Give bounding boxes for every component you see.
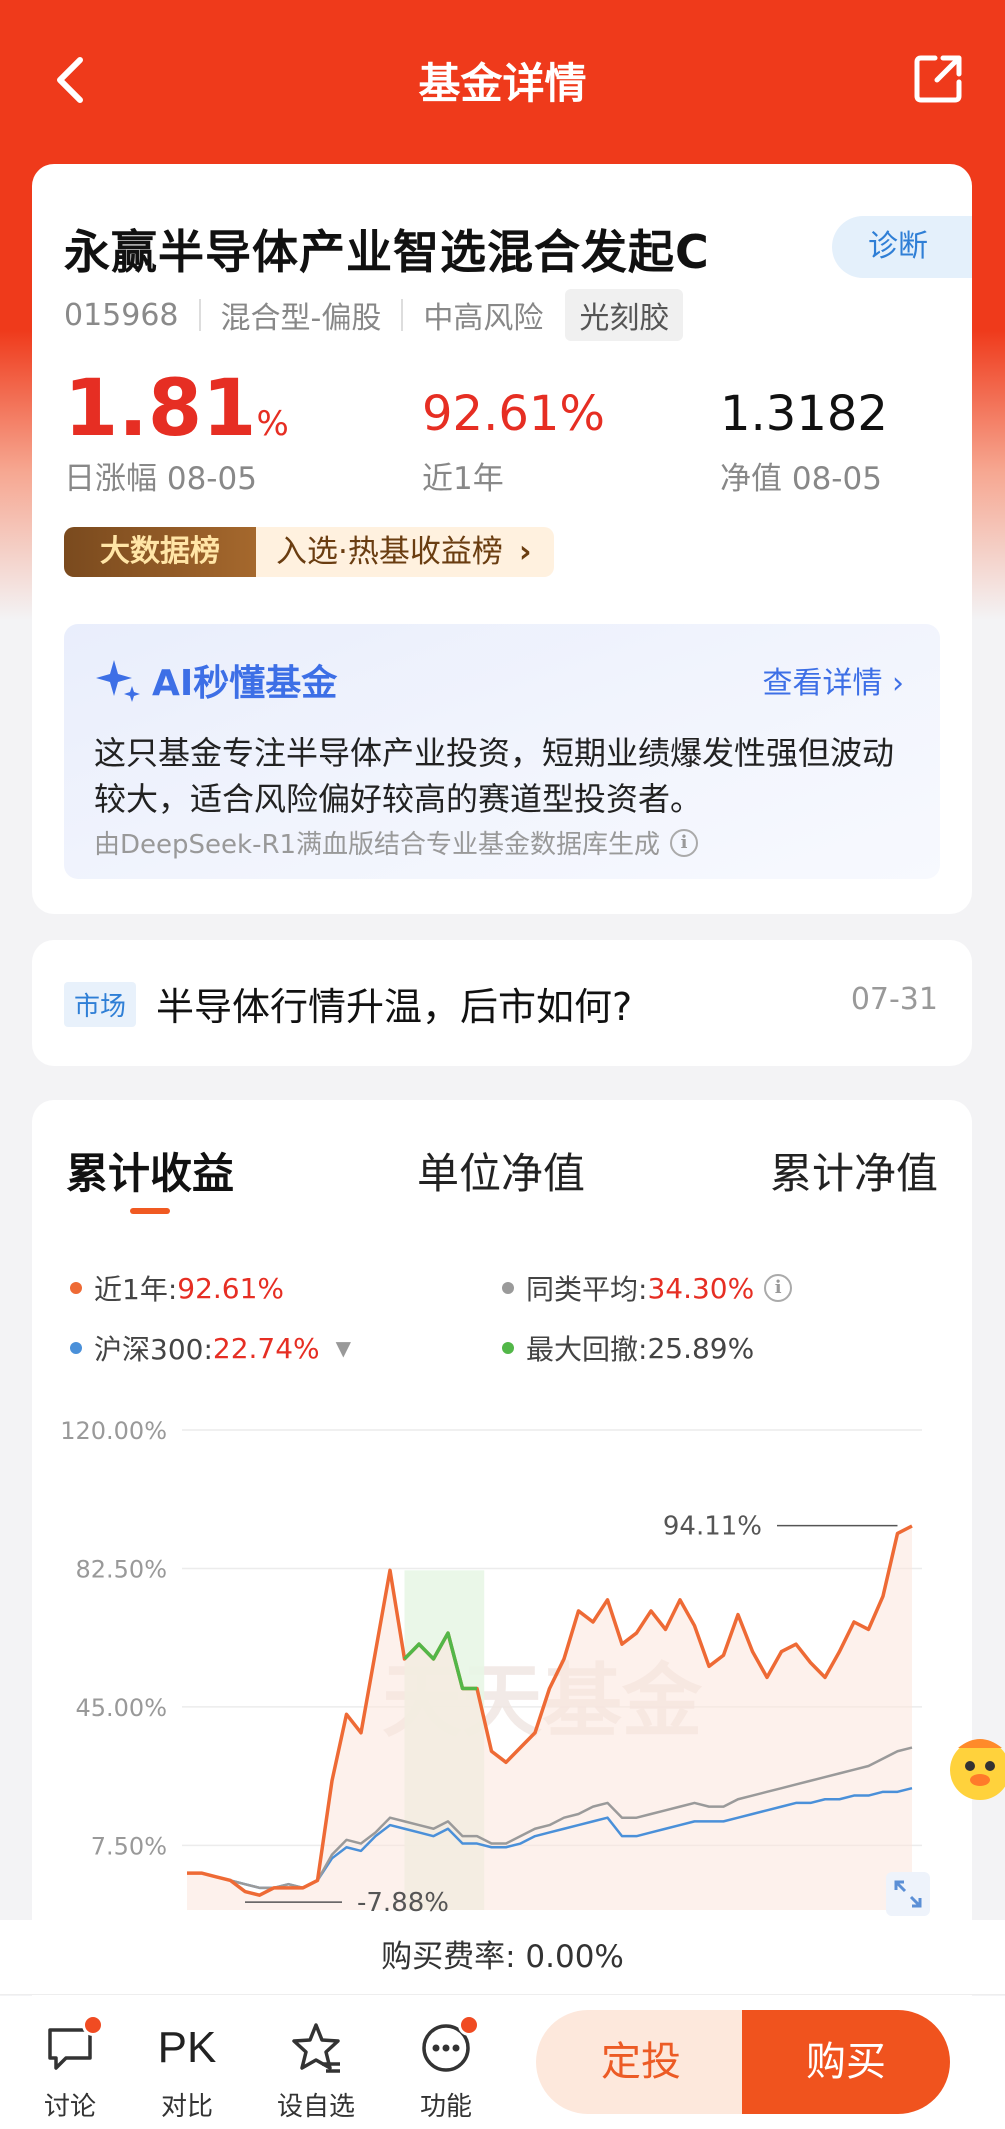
mascot-icon[interactable]	[940, 1722, 1005, 1812]
big-data-rank-badge: 大数据榜	[64, 527, 256, 577]
buy-button[interactable]: 购买	[742, 2010, 950, 2114]
sparkle-icon	[96, 660, 140, 702]
navigation-bar: 基金详情	[0, 0, 1005, 155]
page-title: 基金详情	[418, 59, 587, 108]
ai-view-details-link[interactable]: 查看详情 ›	[762, 658, 904, 702]
star-icon	[292, 2023, 340, 2073]
daily-change-stat: 1.81% 日涨幅 08-05	[64, 369, 289, 498]
daily-change-label: 日涨幅 08-05	[64, 461, 257, 497]
pk-icon: PK	[157, 2023, 217, 2072]
notification-dot	[458, 2014, 480, 2036]
ai-summary-box[interactable]: AI秒懂基金 查看详情 › 这只基金专注半导体产业投资，短期业绩爆发性强但波动较…	[64, 624, 940, 879]
ai-title: AI秒懂基金	[94, 654, 337, 706]
features-button[interactable]: 功能	[396, 2014, 496, 2123]
performance-chart[interactable]: 120.00%82.50%45.00%7.50%天天基金94.11%-7.88%	[32, 1390, 972, 1930]
legend-csi300[interactable]: 沪深300: 22.74% ▼	[70, 1328, 351, 1368]
legend-dot-icon	[502, 1282, 514, 1294]
features-label: 功能	[419, 2092, 472, 2122]
news-card[interactable]: 市场 半导体行情升温，后市如何? 07-31	[32, 940, 972, 1066]
purchase-fee-rate: 购买费率: 0.00%	[0, 1920, 1005, 1995]
compare-button[interactable]: PK 对比	[137, 2018, 237, 2123]
share-icon[interactable]	[913, 52, 965, 104]
year-return-value: 92.61%	[422, 386, 606, 442]
fund-name: 永赢半导体产业智选混合发起C	[64, 225, 710, 279]
y-tick-label: 45.00%	[75, 1694, 167, 1722]
rank-text: 入选·热基收益榜 ›	[256, 527, 554, 577]
active-tab-indicator	[130, 1208, 170, 1214]
legend-dot-icon	[70, 1342, 82, 1354]
compare-label: 对比	[160, 2092, 213, 2122]
fund-meta: 015968 混合型-偏股 中高风险 光刻胶	[64, 289, 684, 341]
watchlist-label: 设自选	[276, 2092, 355, 2122]
y-tick-label: 120.00%	[60, 1417, 167, 1445]
sip-button[interactable]: 定投	[536, 2010, 746, 2114]
year-return-label: 近1年	[422, 461, 504, 497]
y-tick-label: 7.50%	[91, 1832, 167, 1860]
legend-fund: 近1年: 92.61%	[70, 1268, 284, 1308]
tab-cumulative-nav[interactable]: 累计净值	[770, 1140, 938, 1201]
bottom-action-bar: 讨论 PK 对比 设自选 功能 定投 购买	[0, 1996, 1005, 2129]
divider	[198, 299, 201, 331]
notification-dot	[82, 2014, 104, 2036]
legend-category-average: 同类平均: 34.30% i	[502, 1268, 793, 1308]
chevron-right-icon: ›	[518, 534, 532, 570]
nav-stat: 1.3182 净值 08-05	[720, 369, 888, 498]
legend-max-drawdown: 最大回撤: 25.89%	[502, 1328, 754, 1368]
ai-footnote: 由DeepSeek-R1满血版结合专业基金数据库生成 i	[94, 824, 699, 861]
fund-summary-card: 永赢半导体产业智选混合发起C 诊断 015968 混合型-偏股 中高风险 光刻胶…	[32, 164, 972, 914]
nav-value: 1.3182	[720, 386, 888, 442]
expand-icon[interactable]	[886, 1872, 930, 1916]
news-title: 半导体行情升温，后市如何?	[156, 985, 633, 1029]
year-return-stat: 92.61% 近1年	[422, 369, 605, 498]
max-annotation-label: 94.11%	[663, 1512, 762, 1542]
tab-cumulative-return[interactable]: 累计收益	[66, 1140, 234, 1201]
risk-level: 中高风险	[423, 301, 544, 336]
news-tag: 市场	[64, 982, 137, 1027]
discuss-label: 讨论	[43, 2092, 96, 2122]
add-watchlist-button[interactable]: 设自选	[266, 2018, 366, 2123]
diagnose-button[interactable]: 诊断	[832, 216, 972, 278]
discuss-button[interactable]: 讨论	[20, 2014, 120, 2123]
info-icon[interactable]: i	[764, 1274, 793, 1302]
fund-type: 混合型-偏股	[220, 301, 382, 336]
fund-code: 015968	[64, 297, 179, 333]
news-date: 07-31	[850, 982, 938, 1017]
caret-down-icon: ▼	[335, 1336, 352, 1360]
min-annotation-label: -7.88%	[357, 1888, 449, 1918]
daily-change-value: 1.81%	[64, 364, 289, 454]
ai-description: 这只基金专注半导体产业投资，短期业绩爆发性强但波动较大，适合风险偏好较高的赛道型…	[94, 734, 895, 818]
nav-label: 净值 08-05	[720, 461, 882, 497]
rank-banner[interactable]: 大数据榜 入选·热基收益榜 ›	[64, 527, 554, 577]
tab-unit-nav[interactable]: 单位净值	[417, 1140, 585, 1201]
legend-dot-icon	[70, 1282, 82, 1294]
theme-tag[interactable]: 光刻胶	[565, 289, 684, 341]
info-icon[interactable]: i	[670, 828, 699, 857]
fund-area	[187, 1526, 912, 1910]
divider	[401, 299, 404, 331]
y-tick-label: 82.50%	[75, 1555, 167, 1583]
legend-dot-icon	[502, 1342, 514, 1354]
